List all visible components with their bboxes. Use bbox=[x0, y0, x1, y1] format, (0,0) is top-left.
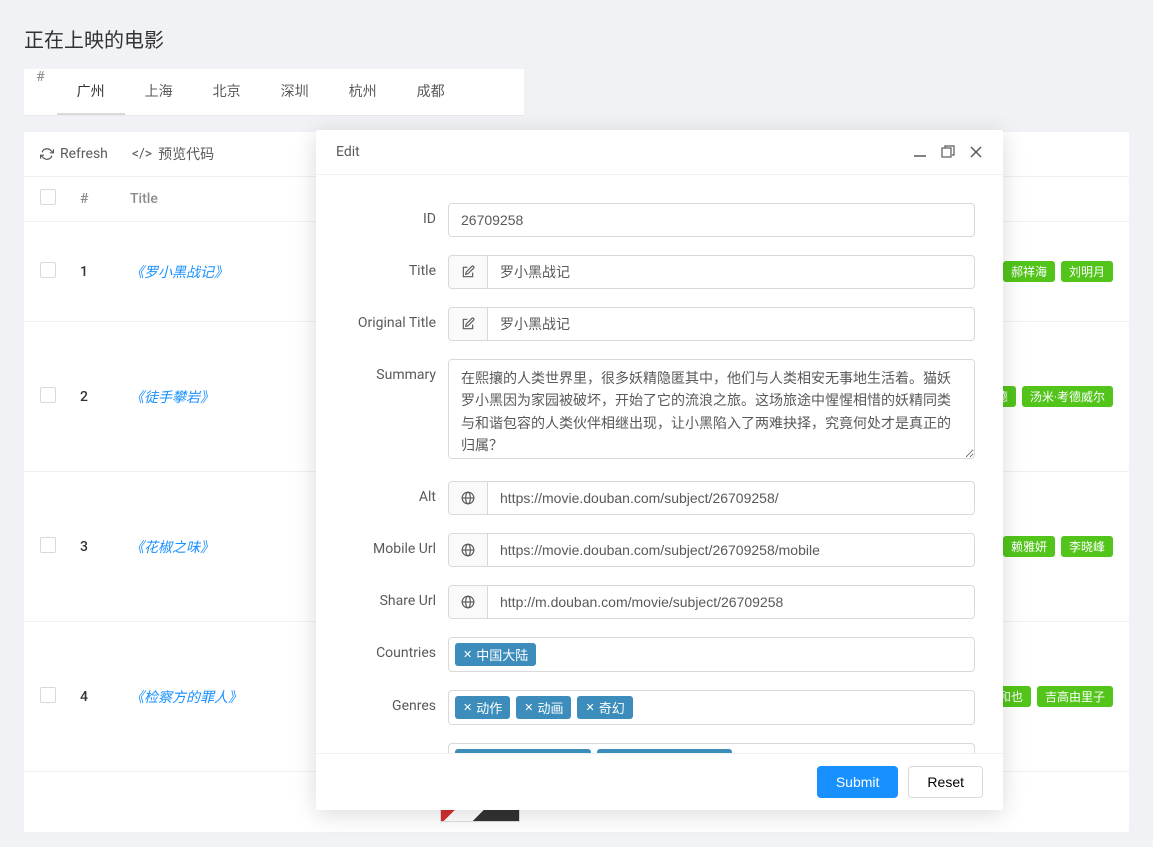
tag-genre[interactable]: ✕动画 bbox=[516, 696, 571, 719]
edit-icon[interactable] bbox=[448, 307, 487, 341]
input-mobile-url[interactable] bbox=[487, 533, 975, 567]
edit-icon[interactable] bbox=[448, 255, 487, 289]
label-share-url: Share Url bbox=[316, 585, 448, 609]
maximize-icon bbox=[941, 145, 955, 159]
label-genres: Genres bbox=[316, 690, 448, 714]
input-countries[interactable]: ✕中国大陆 bbox=[448, 637, 975, 672]
label-original-title: Original Title bbox=[316, 307, 448, 331]
tag-aka[interactable]: ✕罗小黑战记 大电影 bbox=[455, 749, 591, 753]
input-original-title[interactable] bbox=[487, 307, 975, 341]
tag-genre[interactable]: ✕动作 bbox=[455, 696, 510, 719]
minimize-icon bbox=[913, 145, 927, 159]
tag-remove-icon[interactable]: ✕ bbox=[585, 701, 594, 714]
minimize-button[interactable] bbox=[913, 145, 927, 159]
tag-remove-icon[interactable]: ✕ bbox=[463, 648, 472, 661]
label-mobile-url: Mobile Url bbox=[316, 533, 448, 557]
reset-button[interactable]: Reset bbox=[908, 766, 983, 798]
tag-aka[interactable]: ✕The Legend of Hei bbox=[597, 749, 732, 753]
input-title[interactable] bbox=[487, 255, 975, 289]
input-id[interactable] bbox=[448, 203, 975, 237]
modal-footer: Submit Reset bbox=[316, 753, 1003, 810]
globe-icon[interactable] bbox=[448, 585, 487, 619]
edit-modal: Edit ID Title bbox=[316, 130, 1003, 810]
label-countries: Countries bbox=[316, 637, 448, 661]
input-alt[interactable] bbox=[487, 481, 975, 515]
label-id: ID bbox=[316, 203, 448, 227]
tag-country[interactable]: ✕中国大陆 bbox=[455, 643, 536, 666]
tag-remove-icon[interactable]: ✕ bbox=[463, 701, 472, 714]
modal-body[interactable]: ID Title Original Title bbox=[316, 175, 1003, 753]
label-aka: A bbox=[316, 743, 448, 753]
close-button[interactable] bbox=[969, 145, 983, 159]
modal-backdrop: Edit ID Title bbox=[0, 0, 1153, 847]
input-share-url[interactable] bbox=[487, 585, 975, 619]
tag-genre[interactable]: ✕奇幻 bbox=[577, 696, 632, 719]
tag-remove-icon[interactable]: ✕ bbox=[524, 701, 533, 714]
label-alt: Alt bbox=[316, 481, 448, 505]
label-title: Title bbox=[316, 255, 448, 279]
close-icon bbox=[969, 145, 983, 159]
textarea-summary[interactable] bbox=[448, 359, 975, 459]
modal-header: Edit bbox=[316, 130, 1003, 175]
globe-icon[interactable] bbox=[448, 481, 487, 515]
label-summary: Summary bbox=[316, 359, 448, 383]
maximize-button[interactable] bbox=[941, 145, 955, 159]
globe-icon[interactable] bbox=[448, 533, 487, 567]
modal-title: Edit bbox=[336, 144, 360, 160]
input-aka[interactable]: ✕罗小黑战记 大电影 ✕The Legend of Hei bbox=[448, 743, 975, 753]
submit-button[interactable]: Submit bbox=[817, 766, 899, 798]
input-genres[interactable]: ✕动作 ✕动画 ✕奇幻 bbox=[448, 690, 975, 725]
